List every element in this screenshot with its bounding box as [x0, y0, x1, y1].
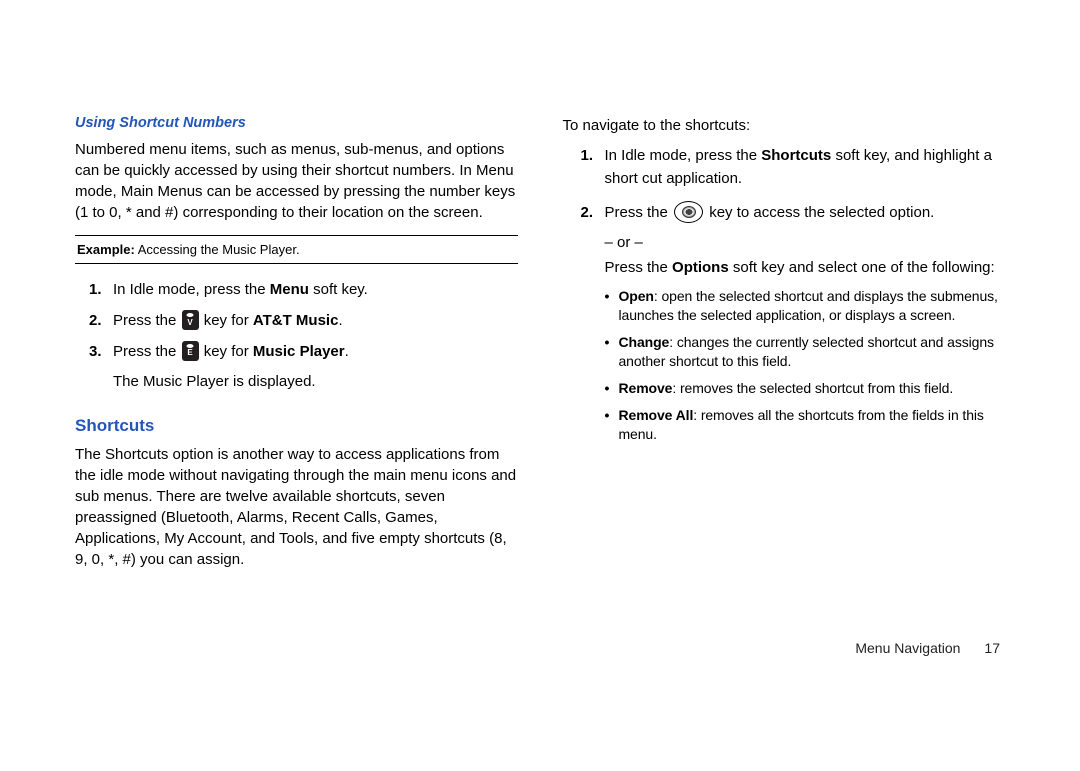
bullet-open: Open: open the selected shortcut and dis… [605, 287, 1006, 325]
example-label: Example: [77, 242, 135, 257]
nav-steps-list: In Idle mode, press the Shortcuts soft k… [581, 144, 1006, 224]
step1-text-a: In Idle mode, press the [113, 281, 270, 298]
step3-bold: Music Player [253, 343, 345, 360]
step3-text-b: key for [200, 343, 253, 360]
nav-step-1: In Idle mode, press the Shortcuts soft k… [581, 144, 1006, 191]
orpara-c: soft key and select one of the following… [729, 259, 995, 276]
page-content: Using Shortcut Numbers Numbered menu ite… [75, 115, 1005, 580]
round-key-icon [674, 201, 703, 223]
bullet-open-t: : open the selected shortcut and display… [619, 288, 998, 323]
para-shortcuts: The Shortcuts option is another way to a… [75, 444, 518, 570]
step-2: Press the V key for AT&T Music. [89, 309, 518, 334]
or-para: Press the Options soft key and select on… [605, 257, 1006, 280]
para-shortcut-numbers: Numbered menu items, such as menus, sub-… [75, 139, 518, 223]
bullet-open-b: Open [619, 288, 654, 304]
bullet-change: Change: changes the currently selected s… [605, 333, 1006, 371]
bullet-change-t: : changes the currently selected shortcu… [619, 334, 994, 369]
example-steps-list: In Idle mode, press the Menu soft key. P… [89, 278, 518, 364]
key-e-icon: E [182, 341, 199, 361]
example-text: Accessing the Music Player. [135, 242, 300, 257]
bullet-remove-all: Remove All: removes all the shortcuts fr… [605, 406, 1006, 444]
nav-step-2: Press the key to access the selected opt… [581, 201, 1006, 224]
right-column: To navigate to the shortcuts: In Idle mo… [563, 115, 1006, 580]
step2-bold: AT&T Music [253, 312, 339, 329]
step-3: Press the E key for Music Player. [89, 340, 518, 365]
or-line: – or – [605, 234, 1006, 251]
nav2-a: Press the [605, 204, 673, 221]
heading-using-shortcut-numbers: Using Shortcut Numbers [75, 115, 518, 131]
bullet-remove-t: : removes the selected shortcut from thi… [672, 380, 953, 396]
step2-text-b: key for [200, 312, 253, 329]
example-box: Example: Accessing the Music Player. [75, 235, 518, 264]
options-bullet-list: Open: open the selected shortcut and dis… [605, 287, 1006, 443]
footer-page-num: 17 [984, 640, 1000, 656]
bullet-removeall-b: Remove All [619, 407, 694, 423]
key-v-icon: V [182, 310, 199, 330]
step-1: In Idle mode, press the Menu soft key. [89, 278, 518, 303]
step3-text-d: . [345, 343, 349, 360]
step2-text-d: . [338, 312, 342, 329]
bullet-remove: Remove: removes the selected shortcut fr… [605, 379, 1006, 398]
page-footer: Menu Navigation 17 [855, 640, 1000, 656]
footer-section: Menu Navigation [855, 640, 960, 656]
step1-bold: Menu [270, 281, 309, 298]
orpara-b: Options [672, 259, 729, 276]
orpara-a: Press the [605, 259, 673, 276]
bullet-remove-b: Remove [619, 380, 673, 396]
step3-text-a: Press the [113, 343, 181, 360]
nav1-a: In Idle mode, press the [605, 147, 762, 164]
nav2-b: key to access the selected option. [705, 204, 934, 221]
left-column: Using Shortcut Numbers Numbered menu ite… [75, 115, 518, 580]
step2-text-a: Press the [113, 312, 181, 329]
bullet-change-b: Change [619, 334, 670, 350]
nav1-b: Shortcuts [761, 147, 831, 164]
nav-intro: To navigate to the shortcuts: [563, 115, 1006, 136]
step3-sub: The Music Player is displayed. [113, 370, 518, 393]
step1-text-c: soft key. [309, 281, 368, 298]
heading-shortcuts: Shortcuts [75, 416, 518, 436]
